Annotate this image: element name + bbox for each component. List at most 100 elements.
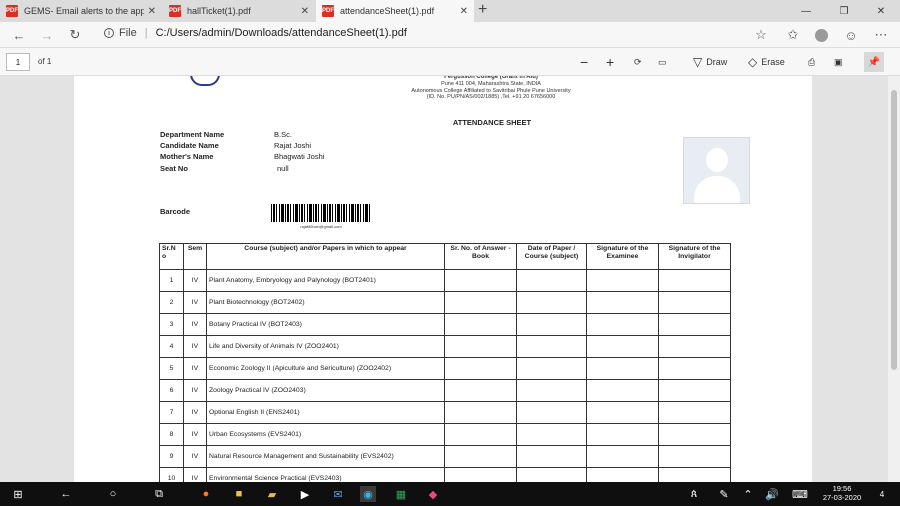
restore-icon[interactable]: ❐	[825, 0, 863, 22]
row-answer-book-cell	[444, 335, 517, 358]
favorite-star-icon[interactable]: ☆	[752, 26, 770, 44]
row-answer-book-cell	[444, 401, 517, 424]
row-sr-no: 9	[159, 445, 184, 468]
forward-icon[interactable]: →	[38, 26, 56, 44]
system-clock[interactable]: 19:56 27-03-2020	[818, 484, 866, 502]
mother-name-value: Bhagwati Joshi	[274, 152, 325, 161]
col-header-srno: Sr.N o	[159, 243, 184, 270]
sheet-title: ATTENDANCE SHEET	[452, 118, 532, 127]
tray-expand-icon[interactable]: ⌃	[740, 486, 756, 502]
favorites-icon[interactable]: ✩	[784, 26, 802, 44]
windows-start-icon[interactable]: ⊞	[10, 486, 26, 502]
row-semester: IV	[183, 379, 207, 402]
url-text[interactable]: C:/Users/admin/Downloads/attendanceSheet…	[156, 27, 407, 39]
firefox-icon[interactable]: ●	[198, 486, 214, 502]
tab-attendance-sheet[interactable]: PDF attendanceSheet(1).pdf ✕	[316, 0, 474, 22]
back-icon[interactable]: ←	[10, 26, 28, 44]
erase-button[interactable]: ◇ Erase	[748, 54, 785, 70]
tab-hallticket[interactable]: PDF hallTicket(1).pdf ✕	[163, 0, 315, 22]
rotate-icon[interactable]: ⟳	[634, 54, 642, 70]
pdf-viewer[interactable]: Fergusson College (Grant in Aid) Pune 41…	[0, 76, 900, 482]
row-examinee-signature-cell	[586, 379, 659, 402]
mother-name-label: Mother's Name	[160, 152, 214, 161]
college-logo	[190, 76, 220, 86]
close-icon[interactable]: ✕	[148, 6, 156, 17]
more-icon[interactable]: ⋯	[872, 26, 890, 44]
row-examinee-signature-cell	[586, 423, 659, 446]
col-header-date: Date of Paper / Course (subject)	[516, 243, 587, 270]
row-sr-no: 10	[159, 467, 184, 482]
people-icon[interactable]: ጰ	[686, 486, 702, 502]
print-icon[interactable]: ⎙	[808, 54, 815, 70]
profile-avatar-icon[interactable]	[812, 26, 830, 44]
college-id-line: (ID. No. PU/PN/AS/002/1885) ,Tel. +91 20…	[426, 94, 556, 100]
row-date-cell	[516, 379, 587, 402]
row-course: Urban Ecosystems (EVS2401)	[206, 423, 445, 446]
row-invigilator-signature-cell	[658, 445, 731, 468]
scrollbar-thumb[interactable]	[891, 90, 897, 370]
file-explorer-icon[interactable]: ▰	[264, 486, 280, 502]
url-field[interactable]: i File | C:/Users/admin/Downloads/attend…	[104, 27, 407, 39]
table-row: 4 IV Life and Diversity of Animals IV (ZOO…	[159, 335, 731, 358]
row-examinee-signature-cell	[586, 445, 659, 468]
col-header-invigilator-signature: Signature of the Invigilator	[658, 243, 731, 270]
table-row: 2 IV Plant Biotechnology (BOT2402)	[159, 291, 731, 314]
fit-page-icon[interactable]: ▭	[658, 54, 667, 70]
row-examinee-signature-cell	[586, 269, 659, 292]
college-header: Fergusson College (Grant in Aid) Pune 41…	[326, 76, 656, 101]
cortana-icon[interactable]: ○	[105, 486, 121, 502]
row-course: Environmental Science Practical (EVS2403…	[206, 467, 445, 482]
row-answer-book-cell	[444, 467, 517, 482]
seat-no-label: Seat No	[160, 164, 188, 173]
maps-icon[interactable]: ◆	[425, 486, 441, 502]
candidate-value: Rajat Joshi	[274, 141, 312, 150]
zoom-out-icon[interactable]: −	[580, 54, 588, 70]
keyboard-icon[interactable]: ⌨	[792, 486, 808, 502]
mail-icon[interactable]: ✉	[330, 486, 346, 502]
row-invigilator-signature-cell	[658, 335, 731, 358]
volume-icon[interactable]: 🔊	[764, 486, 780, 502]
row-date-cell	[516, 269, 587, 292]
task-view-icon[interactable]: ⧉	[151, 486, 167, 502]
barcode-text: rajat89rom@gmail.com	[300, 224, 342, 229]
window-close-icon[interactable]: ✕	[862, 0, 900, 22]
media-icon[interactable]: ▶	[297, 486, 313, 502]
feedback-icon[interactable]: ☺	[842, 26, 860, 44]
table-row: 7 IV Optional English II (ENS2401)	[159, 401, 731, 424]
refresh-icon[interactable]: ↻	[66, 26, 84, 44]
row-semester: IV	[183, 445, 207, 468]
row-date-cell	[516, 467, 587, 482]
row-semester: IV	[183, 401, 207, 424]
table-row: 8 IV Urban Ecosystems (EVS2401)	[159, 423, 731, 446]
tab-gems[interactable]: PDF GEMS- Email alerts to the appro ✕	[0, 0, 162, 22]
new-tab-icon[interactable]: +	[478, 1, 487, 19]
page-number-input[interactable]: 1	[6, 53, 30, 71]
row-semester: IV	[183, 335, 207, 358]
draw-button[interactable]: ▽ Draw	[693, 54, 727, 70]
row-sr-no: 4	[159, 335, 184, 358]
row-invigilator-signature-cell	[658, 423, 731, 446]
zoom-in-icon[interactable]: +	[606, 54, 614, 70]
pdf-page: Fergusson College (Grant in Aid) Pune 41…	[74, 76, 812, 482]
excel-icon[interactable]: ▦	[393, 486, 409, 502]
notification-center-icon[interactable]: 4	[874, 486, 890, 502]
pin-icon[interactable]: 📌	[864, 52, 884, 72]
row-invigilator-signature-cell	[658, 313, 731, 336]
row-course: Plant Anatomy, Embryology and Palynology…	[206, 269, 445, 292]
row-invigilator-signature-cell	[658, 401, 731, 424]
minimize-icon[interactable]: —	[787, 0, 825, 22]
candidate-label: Candidate Name	[160, 141, 219, 150]
taskbar-back-icon[interactable]: ←	[58, 486, 74, 502]
close-icon[interactable]: ✕	[460, 6, 468, 17]
close-icon[interactable]: ✕	[301, 6, 309, 17]
pen-workspace-icon[interactable]: ✎	[716, 486, 732, 502]
row-invigilator-signature-cell	[658, 357, 731, 380]
edge-browser-icon[interactable]: ◉	[360, 486, 376, 502]
store-icon[interactable]: ■	[231, 486, 247, 502]
info-icon[interactable]: i	[104, 28, 114, 38]
row-semester: IV	[183, 313, 207, 336]
save-icon[interactable]: ▣	[834, 54, 843, 70]
pdf-icon: PDF	[322, 5, 334, 17]
row-sr-no: 2	[159, 291, 184, 314]
url-separator: |	[144, 27, 148, 39]
